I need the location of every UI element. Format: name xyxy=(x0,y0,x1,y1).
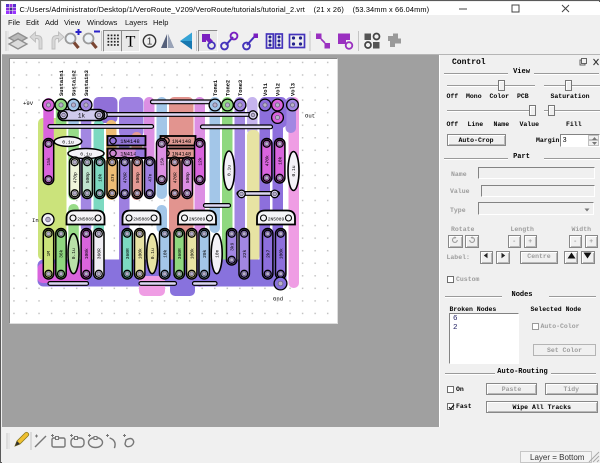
svg-text:360R: 360R xyxy=(96,248,102,259)
svg-text:3k9: 3k9 xyxy=(229,242,235,251)
svg-text:100k: 100k xyxy=(84,248,90,259)
svg-text:T: T xyxy=(126,34,136,51)
svg-text:20k: 20k xyxy=(202,249,208,258)
svg-text:1N4148: 1N4148 xyxy=(120,139,139,145)
svg-text:15k: 15k xyxy=(159,157,165,166)
svg-text:0.1u: 0.1u xyxy=(227,165,233,176)
svg-text:10n: 10n xyxy=(214,249,220,258)
svg-text:Tone1: Tone1 xyxy=(213,80,219,96)
svg-text:47n: 47n xyxy=(147,173,153,182)
svg-text:470k: 470k xyxy=(264,155,270,166)
svg-text:1M: 1M xyxy=(46,251,52,257)
svg-text:10k: 10k xyxy=(162,249,168,258)
svg-text:Tone3: Tone3 xyxy=(238,80,244,96)
svg-text:47n: 47n xyxy=(110,173,116,182)
svg-text:Out: Out xyxy=(305,113,315,120)
svg-text:470p: 470p xyxy=(72,172,78,183)
svg-text:100k: 100k xyxy=(278,248,284,259)
svg-text:100k: 100k xyxy=(189,248,195,259)
svg-text:2N5089: 2N5089 xyxy=(268,217,285,223)
svg-text:Vol1: Vol1 xyxy=(263,83,269,96)
svg-text:Gnd: Gnd xyxy=(273,296,283,303)
svg-text:15k: 15k xyxy=(46,157,52,166)
svg-text:500p: 500p xyxy=(185,172,191,183)
svg-text:2N5089: 2N5089 xyxy=(133,217,150,223)
svg-text:470R: 470R xyxy=(172,172,178,183)
svg-text:360R: 360R xyxy=(125,248,131,259)
svg-text:10k: 10k xyxy=(97,173,103,182)
svg-text:100k: 100k xyxy=(137,248,143,259)
svg-text:22k: 22k xyxy=(242,249,248,258)
svg-text:36k: 36k xyxy=(59,249,65,258)
svg-text:2k7: 2k7 xyxy=(265,249,271,258)
svg-text:2N5089: 2N5089 xyxy=(189,217,206,223)
svg-text:Sustain3: Sustain3 xyxy=(84,70,90,96)
svg-text:2N5089: 2N5089 xyxy=(77,217,94,223)
svg-text:0.1u: 0.1u xyxy=(71,248,77,259)
svg-text:Vol3: Vol3 xyxy=(290,83,296,96)
svg-text:+9V: +9V xyxy=(23,100,34,107)
svg-text:12k: 12k xyxy=(197,157,203,166)
svg-text:Vol2: Vol2 xyxy=(275,83,281,96)
svg-text:470R: 470R xyxy=(122,172,128,183)
svg-text:10k: 10k xyxy=(277,156,283,165)
svg-text:0.1u: 0.1u xyxy=(291,165,297,176)
svg-text:500p: 500p xyxy=(85,172,91,183)
svg-text:0.1u: 0.1u xyxy=(62,140,74,146)
svg-text:0.1u: 0.1u xyxy=(150,248,156,259)
svg-text:1k: 1k xyxy=(78,112,86,119)
svg-text:In: In xyxy=(32,217,39,224)
svg-text:360R: 360R xyxy=(177,248,183,259)
svg-text:500p: 500p xyxy=(135,172,141,183)
svg-text:Tone2: Tone2 xyxy=(225,80,231,96)
svg-text:Sustain2: Sustain2 xyxy=(71,70,77,96)
svg-text:Sustain1: Sustain1 xyxy=(59,70,65,96)
svg-text:1N4148: 1N4148 xyxy=(172,139,191,145)
svg-text:1: 1 xyxy=(147,37,153,48)
